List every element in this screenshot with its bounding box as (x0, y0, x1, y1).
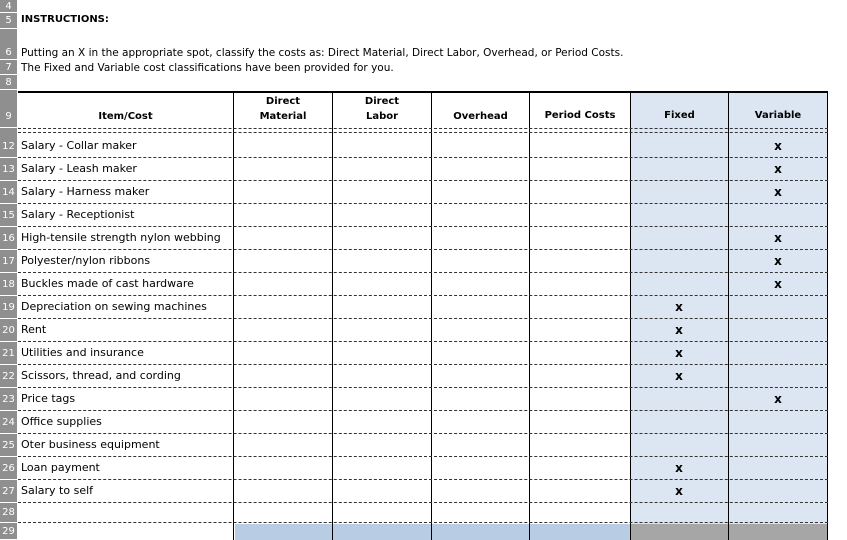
instructions-line-1: Putting an X in the appropriate spot, cl… (21, 47, 624, 59)
item-cost-cell[interactable]: Salary - Collar maker (21, 139, 137, 152)
item-cost-cell[interactable]: Buckles made of cast hardware (21, 277, 194, 290)
row-separator (18, 272, 828, 273)
item-cost-cell[interactable]: Scissors, thread, and cording (21, 369, 181, 382)
item-cost-cell[interactable]: Salary - Receptionist (21, 208, 134, 221)
header-direct-labor-line1: Direct (364, 96, 400, 107)
item-cost-cell[interactable]: Utilities and insurance (21, 346, 144, 359)
column-divider (827, 92, 828, 540)
row-number[interactable]: 15 (0, 204, 17, 227)
bottom-bar-direct-labor (333, 524, 431, 540)
row-number[interactable]: 23 (0, 388, 17, 411)
row-number[interactable]: 12 (0, 135, 17, 158)
row-separator (18, 226, 828, 227)
item-cost-cell[interactable]: Loan payment (21, 461, 100, 474)
row-separator (18, 341, 828, 342)
row-separator (18, 522, 828, 523)
row-number[interactable]: 19 (0, 296, 17, 319)
row-number[interactable]: 4 (0, 0, 17, 13)
column-divider (431, 92, 432, 540)
header-direct-material-line1: Direct (265, 96, 301, 107)
row-number[interactable]: 22 (0, 365, 17, 388)
row-number[interactable]: 29 (0, 524, 17, 540)
bottom-bar-fixed (631, 524, 728, 540)
header-overhead: Overhead (453, 111, 508, 122)
row-separator (18, 364, 828, 365)
row-separator (18, 249, 828, 250)
variable-cell[interactable]: x (729, 139, 827, 153)
header-fixed: Fixed (664, 110, 695, 121)
fixed-cell[interactable]: x (630, 461, 728, 475)
row-number[interactable]: 18 (0, 273, 17, 296)
row-separator (18, 456, 828, 457)
bottom-bar-overhead (432, 524, 529, 540)
item-cost-cell[interactable]: Salary to self (21, 484, 93, 497)
row-separator (18, 387, 828, 388)
bottom-bar-direct-material (235, 524, 332, 540)
row-number[interactable]: 6 (0, 46, 17, 60)
table-top-border (18, 91, 828, 93)
fixed-cell[interactable]: x (630, 300, 728, 314)
instructions-line-2: The Fixed and Variable cost classificati… (21, 62, 394, 74)
item-cost-cell[interactable]: Salary - Leash maker (21, 162, 137, 175)
item-cost-cell[interactable]: High-tensile strength nylon webbing (21, 231, 221, 244)
bottom-bar-period-costs (530, 524, 630, 540)
row-number[interactable]: 24 (0, 411, 17, 434)
column-divider (233, 92, 234, 540)
header-period-costs: Period Costs (544, 110, 616, 121)
row-number[interactable]: 5 (0, 13, 17, 29)
column-divider (529, 92, 530, 540)
variable-cell[interactable]: x (729, 231, 827, 245)
header-direct-material-line2: Material (259, 111, 307, 122)
item-cost-cell[interactable]: Rent (21, 323, 46, 336)
bottom-bar-variable (729, 524, 827, 540)
row-separator (18, 203, 828, 204)
row-number[interactable]: 20 (0, 319, 17, 342)
row-separator (18, 410, 828, 411)
fixed-cell[interactable]: x (630, 346, 728, 360)
row-number[interactable]: 13 (0, 158, 17, 181)
item-cost-cell[interactable]: Price tags (21, 392, 75, 405)
row-separator (18, 180, 828, 181)
row-number[interactable]: 9 (0, 106, 17, 128)
variable-cell[interactable]: x (729, 392, 827, 406)
variable-cell[interactable]: x (729, 277, 827, 291)
fixed-cell[interactable]: x (630, 484, 728, 498)
item-cost-cell[interactable]: Salary - Harness maker (21, 185, 149, 198)
row-number[interactable]: 21 (0, 342, 17, 365)
row-separator (18, 502, 828, 503)
header-direct-labor-line2: Labor (365, 111, 399, 122)
row-separator (18, 295, 828, 296)
row-separator (18, 318, 828, 319)
header-bottom-border (18, 128, 828, 129)
fixed-cell[interactable]: x (630, 369, 728, 383)
item-cost-cell[interactable]: Oter business equipment (21, 438, 160, 451)
item-cost-cell[interactable]: Polyester/nylon ribbons (21, 254, 150, 267)
column-divider (332, 92, 333, 540)
instructions-title: INSTRUCTIONS: (21, 14, 109, 25)
row-number[interactable]: 27 (0, 480, 17, 503)
header-item-cost: Item/Cost (98, 111, 153, 122)
item-cost-cell[interactable]: Depreciation on sewing machines (21, 300, 207, 313)
row-separator (18, 157, 828, 158)
column-divider (728, 92, 729, 540)
row-separator (18, 479, 828, 480)
row-number[interactable]: 26 (0, 457, 17, 480)
row-number[interactable]: 7 (0, 61, 17, 75)
header-bottom-border (18, 132, 828, 133)
row-separator (18, 433, 828, 434)
row-number[interactable]: 8 (0, 76, 17, 90)
header-variable: Variable (754, 110, 802, 121)
row-number[interactable]: 28 (0, 503, 17, 523)
variable-cell[interactable]: x (729, 162, 827, 176)
variable-cell[interactable]: x (729, 185, 827, 199)
row-number[interactable]: 14 (0, 181, 17, 204)
fixed-cell[interactable]: x (630, 323, 728, 337)
variable-cell[interactable]: x (729, 254, 827, 268)
row-number[interactable]: 16 (0, 227, 17, 250)
row-number[interactable]: 17 (0, 250, 17, 273)
row-number[interactable]: 25 (0, 434, 17, 457)
item-cost-cell[interactable]: Office supplies (21, 415, 102, 428)
